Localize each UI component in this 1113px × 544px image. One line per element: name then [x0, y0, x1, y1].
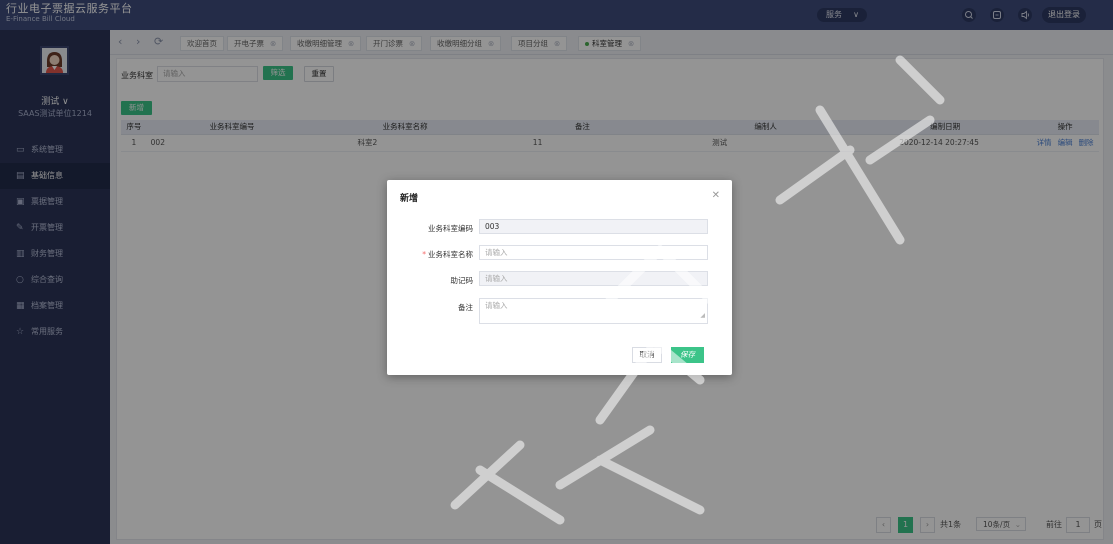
mnemonic-field[interactable]: 请输入	[479, 271, 708, 286]
add-department-dialog: 新增 ✕ 业务科室编码 003 * 业务科室名称 请输入 助记码 请输入 备注 请…	[387, 180, 732, 375]
remark-label: 备注	[458, 303, 473, 312]
department-name-field[interactable]: 请输入	[479, 245, 708, 260]
close-icon[interactable]: ✕	[712, 190, 720, 201]
name-label: * 业务科室名称	[387, 249, 473, 260]
mnemonic-label: 助记码	[450, 276, 474, 285]
cancel-button[interactable]: 取消	[632, 347, 662, 363]
required-marker: *	[422, 250, 426, 259]
remark-textarea[interactable]: 请输入 ◢	[479, 298, 708, 324]
name-label-text: 业务科室名称	[428, 250, 473, 259]
save-button[interactable]: 保存	[671, 347, 704, 363]
department-code-field[interactable]: 003	[479, 219, 708, 234]
remark-placeholder: 请输入	[485, 301, 508, 310]
code-label: 业务科室编码	[428, 224, 473, 233]
dialog-title: 新增	[400, 194, 419, 204]
resize-handle-icon[interactable]: ◢	[700, 309, 705, 322]
